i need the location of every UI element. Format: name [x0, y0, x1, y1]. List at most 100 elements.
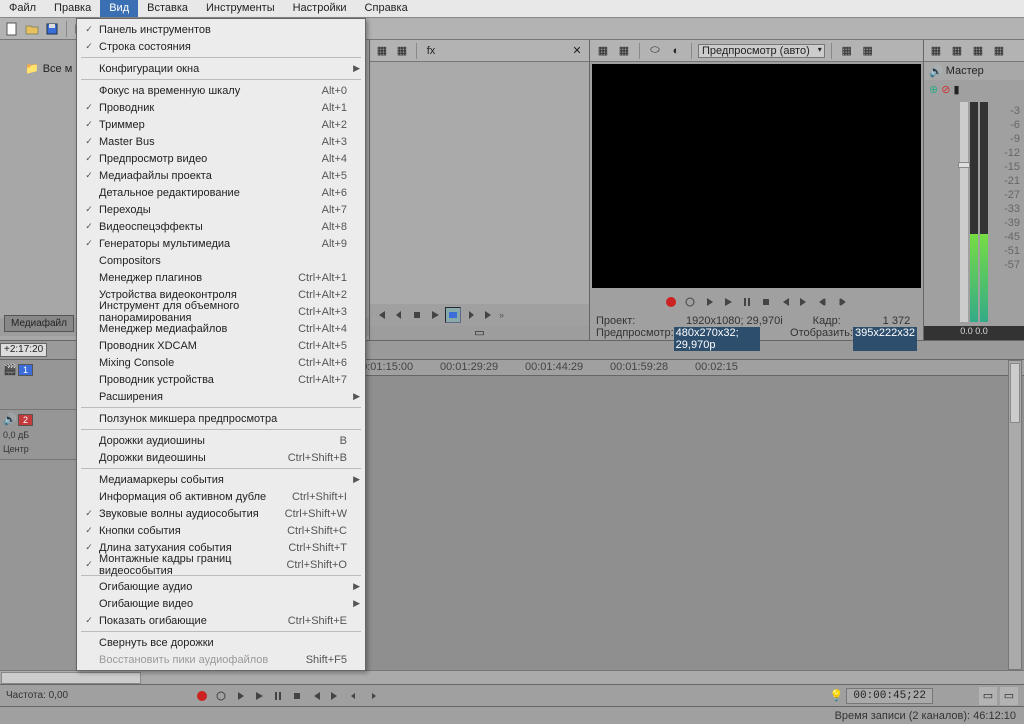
menu-item-13[interactable]: ✓ВидеоспецэффектыAlt+8 [77, 218, 365, 235]
menu-item-41[interactable]: Свернуть все дорожки [77, 634, 365, 651]
transport-record[interactable] [194, 688, 210, 704]
preview-gostart[interactable] [777, 294, 793, 310]
preview-play[interactable] [720, 294, 736, 310]
transport-playstart[interactable] [232, 688, 248, 704]
audio-db-field[interactable]: 0,0 дБ [3, 430, 29, 440]
preview-stop[interactable] [758, 294, 774, 310]
master-btn1[interactable]: ▦ [927, 42, 945, 60]
track-video-header[interactable]: 🎬 1 [0, 360, 79, 410]
menu-item-16[interactable]: Менеджер плагиновCtrl+Alt+1 [77, 269, 365, 286]
preview-quality-dropdown[interactable]: Предпросмотр (авто) [698, 44, 825, 58]
menu-item-0[interactable]: ✓Панель инструментов [77, 21, 365, 38]
transport-stop[interactable] [289, 688, 305, 704]
trimmer-fx[interactable]: fx [422, 42, 440, 60]
menu-item-18[interactable]: Инструмент для объемного панорамирования… [77, 303, 365, 320]
menu-item-38[interactable]: Огибающие видео▶ [77, 595, 365, 612]
menu-item-33[interactable]: ✓Кнопки событияCtrl+Shift+C [77, 522, 365, 539]
menu-item-25[interactable]: Ползунок микшера предпросмотра [77, 410, 365, 427]
trimmer-loop[interactable] [445, 307, 461, 323]
menu-item-32[interactable]: ✓Звуковые волны аудиособытияCtrl+Shift+W [77, 505, 365, 522]
menu-item-28[interactable]: Дорожки видеошиныCtrl+Shift+B [77, 449, 365, 466]
trimmer-next[interactable] [463, 307, 479, 323]
trimmer-play[interactable] [427, 307, 443, 323]
master-mute-icon[interactable]: ▮ [953, 83, 959, 96]
preview-record[interactable] [663, 294, 679, 310]
preview-btn2[interactable]: ▦ [615, 42, 633, 60]
preview-ext[interactable]: ▦ [859, 42, 877, 60]
menu-item-11[interactable]: Детальное редактированиеAlt+6 [77, 184, 365, 201]
trimmer-btn1[interactable]: ▦ [373, 42, 391, 60]
menu-item-39[interactable]: ✓Показать огибающиеCtrl+Shift+E [77, 612, 365, 629]
transport-zoom1[interactable]: ▭ [979, 687, 997, 705]
trimmer-btn2[interactable]: ▦ [393, 42, 411, 60]
explorer-bottom-tab[interactable]: Медиафайл [4, 315, 74, 332]
new-button[interactable] [3, 20, 21, 38]
menu-item-27[interactable]: Дорожки аудиошиныB [77, 432, 365, 449]
master-btn4[interactable]: ▦ [990, 42, 1008, 60]
menu-item-20[interactable]: Проводник XDCAMCtrl+Alt+5 [77, 337, 365, 354]
menu-item-5[interactable]: Фокус на временную шкалуAlt+0 [77, 82, 365, 99]
menu-item-14[interactable]: ✓Генераторы мультимедиаAlt+9 [77, 235, 365, 252]
transport-prevframe[interactable] [346, 688, 362, 704]
preview-fx[interactable]: ⬭ [646, 42, 664, 60]
menu-item-1[interactable]: ✓Строка состояния [77, 38, 365, 55]
menu-settings[interactable]: Настройки [284, 0, 356, 17]
menu-item-19[interactable]: Менеджер медиафайловCtrl+Alt+4 [77, 320, 365, 337]
preview-pause[interactable] [739, 294, 755, 310]
transport-pause[interactable] [270, 688, 286, 704]
preview-loop[interactable] [682, 294, 698, 310]
menu-item-3[interactable]: Конфигурации окна▶ [77, 60, 365, 77]
master-btn3[interactable]: ▦ [969, 42, 987, 60]
preview-playstart[interactable] [701, 294, 717, 310]
track-audio-header[interactable]: 🔊 2 0,0 дБ Центр [0, 410, 79, 460]
menu-item-35[interactable]: ✓Монтажные кадры границ видеособытияCtrl… [77, 556, 365, 573]
preview-btn1[interactable]: ▦ [594, 42, 612, 60]
menu-insert[interactable]: Вставка [138, 0, 197, 17]
menu-item-8[interactable]: ✓Master BusAlt+3 [77, 133, 365, 150]
timeline-vscroll[interactable] [1008, 360, 1022, 670]
master-eq-icon[interactable]: ⊕ [929, 83, 938, 96]
menu-item-9[interactable]: ✓Предпросмотр видеоAlt+4 [77, 150, 365, 167]
menu-tools[interactable]: Инструменты [197, 0, 284, 17]
transport-goend[interactable] [327, 688, 343, 704]
master-btn2[interactable]: ▦ [948, 42, 966, 60]
preview-nextframe[interactable] [834, 294, 850, 310]
timecode-offset[interactable]: +2:17:20 [0, 343, 47, 357]
audio-pan-field[interactable]: Центр [3, 444, 29, 454]
menu-item-22[interactable]: Проводник устройстваCtrl+Alt+7 [77, 371, 365, 388]
trimmer-slider-icon[interactable]: ▭ [474, 327, 484, 339]
preview-split[interactable]: ◐ [667, 42, 685, 60]
menu-file[interactable]: Файл [0, 0, 45, 17]
transport-nextframe[interactable] [365, 688, 381, 704]
menu-item-10[interactable]: ✓Медиафайлы проектаAlt+5 [77, 167, 365, 184]
preview-goend[interactable] [796, 294, 812, 310]
trimmer-close[interactable]: ✕ [568, 42, 586, 60]
menu-view[interactable]: Вид [100, 0, 138, 17]
open-button[interactable] [23, 20, 41, 38]
menu-item-6[interactable]: ✓ПроводникAlt+1 [77, 99, 365, 116]
trimmer-stop[interactable] [409, 307, 425, 323]
menu-help[interactable]: Справка [356, 0, 417, 17]
menu-item-31[interactable]: Информация об активном дублеCtrl+Shift+I [77, 488, 365, 505]
menu-item-12[interactable]: ✓ПереходыAlt+7 [77, 201, 365, 218]
transport-timecode[interactable]: 00:00:45;22 [846, 688, 933, 704]
menu-item-21[interactable]: Mixing ConsoleCtrl+Alt+6 [77, 354, 365, 371]
master-fx-icon[interactable]: ⊘ [941, 83, 950, 96]
menu-item-30[interactable]: Медиамаркеры события▶ [77, 471, 365, 488]
trimmer-prev[interactable] [391, 307, 407, 323]
transport-play[interactable] [251, 688, 267, 704]
timeline-hscroll[interactable] [0, 670, 1024, 684]
trimmer-end[interactable] [481, 307, 497, 323]
menu-item-37[interactable]: Огибающие аудио▶ [77, 578, 365, 595]
transport-loop[interactable] [213, 688, 229, 704]
transport-zoom2[interactable]: ▭ [1000, 687, 1018, 705]
preview-overlay[interactable]: ▦ [838, 42, 856, 60]
menu-item-15[interactable]: Compositors [77, 252, 365, 269]
fader-left[interactable] [958, 162, 970, 168]
menu-edit[interactable]: Правка [45, 0, 100, 17]
menu-item-23[interactable]: Расширения▶ [77, 388, 365, 405]
transport-gostart[interactable] [308, 688, 324, 704]
save-button[interactable] [43, 20, 61, 38]
menu-item-7[interactable]: ✓ТриммерAlt+2 [77, 116, 365, 133]
trimmer-start[interactable] [373, 307, 389, 323]
